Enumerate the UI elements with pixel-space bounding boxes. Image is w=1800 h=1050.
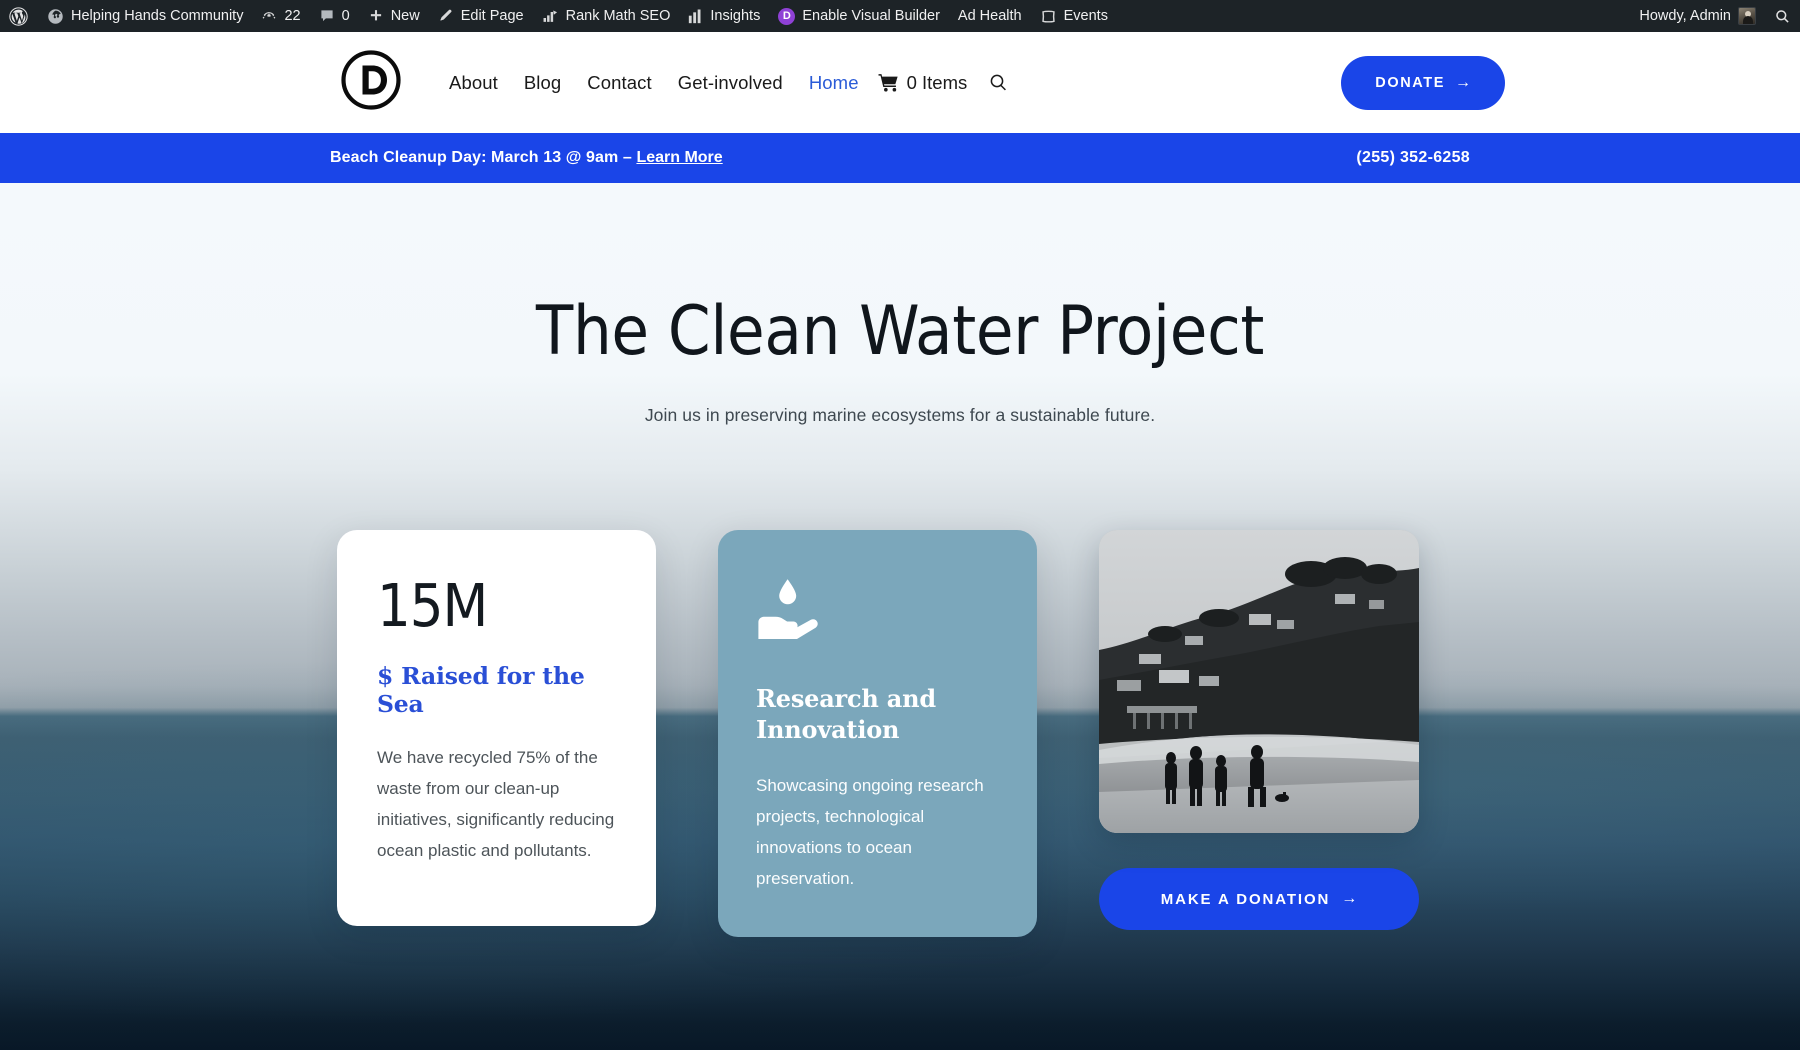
- admin-bar-insights[interactable]: Insights: [679, 0, 769, 32]
- avatar: [1738, 7, 1756, 25]
- announcement-phone[interactable]: (255) 352-6258: [1356, 149, 1470, 167]
- admin-bar-site-name-label: Helping Hands Community: [71, 8, 244, 24]
- cards-row: 15M $ Raised for the Sea We have recycle…: [335, 530, 1465, 937]
- announcement-bar: Beach Cleanup Day: March 13 @ 9am – Lear…: [0, 133, 1800, 183]
- announcement-inner: Beach Cleanup Day: March 13 @ 9am – Lear…: [330, 149, 1470, 167]
- wordpress-icon: [8, 6, 29, 27]
- nav-link-blog[interactable]: Blog: [511, 72, 574, 94]
- divi-icon: D: [778, 7, 796, 25]
- admin-bar-site-name[interactable]: Helping Hands Community: [38, 0, 252, 32]
- cart-link[interactable]: 0 Items: [872, 72, 978, 94]
- search-icon: [989, 73, 1009, 93]
- admin-bar-search[interactable]: [1765, 0, 1800, 32]
- admin-bar-comments[interactable]: 0: [310, 0, 359, 32]
- research-card: Research and Innovation Showcasing ongoi…: [718, 530, 1037, 937]
- wp-admin-bar: Helping Hands Community 22 0 New Edit Pa…: [0, 0, 1800, 32]
- site-logo[interactable]: [340, 49, 402, 116]
- announcement-message: Beach Cleanup Day: March 13 @ 9am – Lear…: [330, 149, 723, 167]
- arrow-right-icon: →: [1341, 890, 1358, 908]
- divi-d-logo-icon: [341, 50, 401, 110]
- admin-bar-updates-count: 22: [284, 8, 301, 24]
- admin-bar-edit-page-label: Edit Page: [460, 8, 524, 24]
- admin-bar-events[interactable]: Events: [1031, 0, 1117, 32]
- header-search-button[interactable]: [977, 73, 1021, 93]
- comment-bubble-icon: [319, 8, 335, 24]
- primary-navigation: About Blog Contact Get-involved Home 0 I…: [436, 72, 1021, 94]
- admin-bar-new-label: New: [390, 8, 420, 24]
- admin-bar-rank-math-label: Rank Math SEO: [565, 8, 671, 24]
- arrow-right-icon: →: [1455, 73, 1471, 91]
- plus-icon: [368, 8, 384, 24]
- make-a-donation-label: MAKE A DONATION: [1160, 890, 1331, 908]
- rankmath-icon: [542, 9, 559, 24]
- admin-bar-insights-label: Insights: [710, 8, 761, 24]
- admin-bar-comments-count: 0: [341, 8, 350, 24]
- stat-number: 15M: [377, 571, 488, 641]
- pencil-icon: [438, 8, 454, 24]
- nav-link-about[interactable]: About: [436, 72, 511, 94]
- hero-content: The Clean Water Project Join us in prese…: [335, 183, 1465, 426]
- admin-bar-events-label: Events: [1063, 8, 1108, 24]
- site-header: About Blog Contact Get-involved Home 0 I…: [0, 32, 1800, 133]
- beach-photo-illustration: [1099, 530, 1419, 834]
- shopping-cart-icon: [878, 73, 899, 92]
- donate-button-label: DONATE: [1375, 74, 1445, 91]
- research-card-body: Showcasing ongoing research projects, te…: [756, 775, 984, 888]
- cart-items-label: 0 Items: [906, 71, 968, 93]
- site-icon: [47, 8, 64, 25]
- updates-icon: [261, 8, 277, 24]
- stat-label: $ Raised for the Sea: [377, 662, 585, 719]
- admin-bar-enable-visual-builder[interactable]: D Enable Visual Builder: [769, 0, 949, 32]
- bar-chart-icon: [688, 9, 703, 24]
- nav-link-get-involved[interactable]: Get-involved: [665, 72, 796, 94]
- hand-holding-water-drop-icon: [756, 577, 999, 644]
- hero-section: The Clean Water Project Join us in prese…: [0, 183, 1800, 1050]
- donate-button[interactable]: DONATE →: [1341, 55, 1505, 110]
- admin-bar-ad-health-label: Ad Health: [957, 8, 1022, 24]
- calendar-icon: [1040, 8, 1057, 25]
- hero-title: The Clean Water Project: [535, 292, 1265, 371]
- announcement-learn-more-link[interactable]: Learn More: [636, 149, 722, 166]
- admin-bar-updates[interactable]: 22: [252, 0, 309, 32]
- beach-coastline-photo: [1099, 530, 1419, 834]
- admin-bar-new-content[interactable]: New: [359, 0, 429, 32]
- admin-bar-wordpress-logo[interactable]: [0, 0, 38, 32]
- admin-bar-edit-page[interactable]: Edit Page: [429, 0, 533, 32]
- search-icon: [1774, 8, 1791, 25]
- stat-card: 15M $ Raised for the Sea We have recycle…: [337, 530, 656, 927]
- nav-link-contact[interactable]: Contact: [574, 72, 664, 94]
- admin-bar-visual-builder-label: Enable Visual Builder: [802, 8, 940, 24]
- research-card-title: Research and Innovation: [756, 684, 936, 745]
- admin-bar-ad-health[interactable]: Ad Health: [949, 0, 1031, 32]
- admin-bar-rank-math[interactable]: Rank Math SEO: [533, 0, 680, 32]
- admin-bar-howdy-label: Howdy, Admin: [1639, 8, 1731, 24]
- admin-bar-my-account[interactable]: Howdy, Admin: [1630, 0, 1765, 32]
- header-inner: About Blog Contact Get-involved Home 0 I…: [340, 49, 1505, 116]
- make-a-donation-button[interactable]: MAKE A DONATION →: [1099, 868, 1419, 931]
- media-card: MAKE A DONATION →: [1099, 530, 1419, 931]
- hero-subtitle: Join us in preserving marine ecosystems …: [644, 405, 1156, 426]
- nav-link-home[interactable]: Home: [796, 72, 872, 94]
- announcement-text: Beach Cleanup Day: March 13 @ 9am –: [330, 149, 637, 166]
- stat-body-text: We have recycled 75% of the waste from o…: [377, 748, 615, 861]
